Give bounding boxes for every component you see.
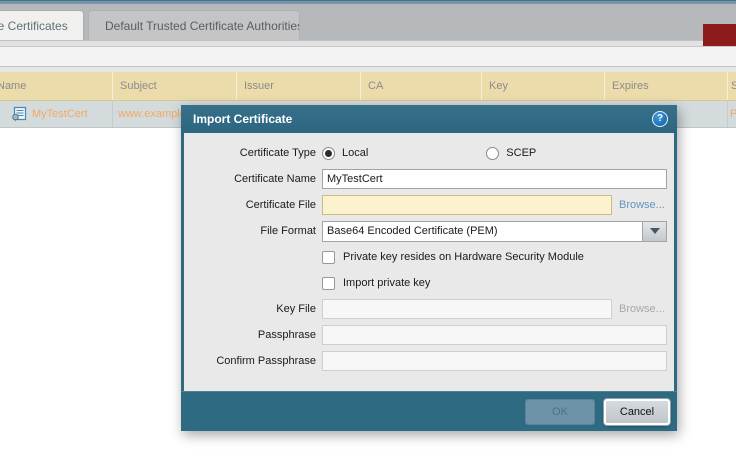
file-format-value: Base64 Encoded Certificate (PEM) (323, 222, 642, 241)
certificate-name-label: Certificate Name (184, 173, 316, 185)
scep-radio-label: SCEP (506, 147, 536, 159)
help-icon[interactable]: ? (652, 111, 668, 127)
certificate-name-input[interactable] (322, 169, 667, 189)
column-header-expires[interactable]: Expires (605, 72, 728, 100)
hsm-checkbox-label: Private key resides on Hardware Security… (343, 251, 584, 263)
passphrase-row: Passphrase (184, 325, 674, 345)
table-header: Name Subject Issuer CA Key Expires S (0, 72, 736, 101)
dialog-body: Certificate Type Local SCEP Certificate … (184, 133, 674, 391)
confirm-passphrase-input (322, 351, 667, 371)
column-header-ca[interactable]: CA (361, 72, 482, 100)
certificate-type-row: Certificate Type Local SCEP (184, 143, 674, 163)
chevron-down-icon (650, 228, 660, 234)
key-file-label: Key File (184, 303, 316, 315)
file-format-label: File Format (184, 225, 316, 237)
certificate-file-input[interactable] (322, 195, 612, 215)
dialog-footer: OK Cancel (181, 391, 677, 431)
hsm-checkbox-row: Private key resides on Hardware Security… (184, 247, 674, 267)
import-private-key-row: Import private key (184, 273, 674, 293)
column-header-issuer[interactable]: Issuer (237, 72, 361, 100)
passphrase-label: Passphrase (184, 329, 316, 341)
certificate-file-row: Certificate File Browse... (184, 195, 674, 215)
confirm-passphrase-row: Confirm Passphrase (184, 351, 674, 371)
tab-label: Default Trusted Certificate Authorities (105, 19, 300, 33)
import-certificate-dialog: Import Certificate ? Certificate Type Lo… (181, 105, 677, 431)
cell-status-fragment: P (728, 101, 736, 127)
column-header-subject[interactable]: Subject (113, 72, 237, 100)
file-format-row: File Format Base64 Encoded Certificate (… (184, 221, 674, 241)
tab-default-trusted-certificate-authorities[interactable]: Default Trusted Certificate Authorities (88, 10, 300, 40)
certificate-type-label: Certificate Type (184, 147, 316, 159)
cancel-button[interactable]: Cancel (604, 399, 670, 425)
certificate-name-row: Certificate Name (184, 169, 674, 189)
local-radio-label: Local (342, 147, 368, 159)
dialog-header: Import Certificate ? (181, 105, 677, 133)
import-private-key-label: Import private key (343, 277, 430, 289)
column-header-key[interactable]: Key (482, 72, 605, 100)
cell-certificate-name[interactable]: MyTestCert (0, 101, 113, 127)
certificate-file-label: Certificate File (184, 199, 316, 211)
toolbar-strip (0, 47, 736, 67)
passphrase-input (322, 325, 667, 345)
scep-radio[interactable] (486, 147, 499, 160)
dropdown-button[interactable] (642, 222, 666, 241)
divider-band (0, 40, 736, 47)
certificate-name-link[interactable]: MyTestCert (32, 101, 88, 127)
hsm-checkbox[interactable] (322, 251, 335, 264)
file-format-select[interactable]: Base64 Encoded Certificate (PEM) (322, 221, 667, 242)
certificate-icon (11, 106, 27, 122)
column-header-name[interactable]: Name (0, 72, 113, 100)
dialog-title: Import Certificate (193, 112, 652, 126)
key-file-row: Key File Browse... (184, 299, 674, 319)
key-file-input (322, 299, 612, 319)
red-badge (703, 24, 736, 46)
certificate-management-screen: ice Certificates Default Trusted Certifi… (0, 0, 736, 462)
key-file-browse-link: Browse... (619, 303, 665, 315)
confirm-passphrase-label: Confirm Passphrase (184, 355, 316, 367)
column-header-status[interactable]: S (728, 72, 736, 100)
tab-device-certificates[interactable]: ice Certificates (0, 10, 84, 40)
local-radio[interactable] (322, 147, 335, 160)
import-private-key-checkbox[interactable] (322, 277, 335, 290)
ok-button[interactable]: OK (525, 399, 595, 425)
tab-bar: ice Certificates Default Trusted Certifi… (0, 4, 736, 40)
tab-label: ice Certificates (0, 19, 68, 33)
certificate-file-browse-link[interactable]: Browse... (619, 199, 665, 211)
